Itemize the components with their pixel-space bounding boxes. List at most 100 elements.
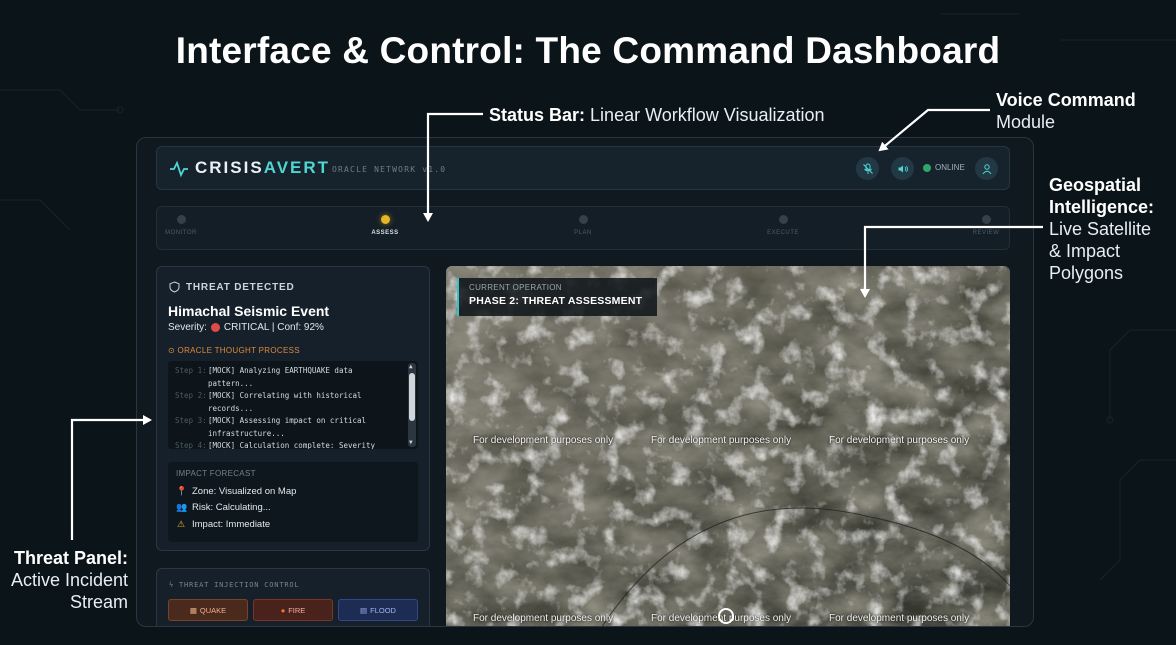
scroll-up-icon[interactable]: ▲ — [409, 364, 413, 370]
critical-dot-icon — [210, 323, 220, 332]
user-profile-button[interactable] — [975, 157, 998, 180]
log-message: [MOCK] Calculation complete: Severity — [208, 441, 376, 449]
mic-off-icon — [862, 163, 873, 174]
callout-geo-line3: Live Satellite — [1049, 219, 1152, 239]
log-entry: Step 1: [MOCK] Analyzing EARTHQUAKE data… — [168, 365, 418, 390]
warning-icon: ⚠ — [176, 518, 186, 529]
log-line: [MOCK] Analyzing EARTHQUAKE data — [208, 366, 353, 375]
injection-heading-text: THREAT INJECTION CONTROL — [179, 581, 300, 589]
info-circle-icon: ⊙ — [168, 346, 176, 355]
workflow-step-assess[interactable]: ASSESS — [345, 215, 425, 236]
shield-icon — [169, 281, 180, 293]
scroll-down-icon[interactable]: ▼ — [409, 440, 413, 446]
current-operation-box: CURRENT OPERATION PHASE 2: THREAT ASSESS… — [457, 278, 657, 316]
step-dot — [981, 215, 991, 224]
threat-injection-panel: ϟ THREAT INJECTION CONTROL ▦ QUAKE ● FIR… — [156, 568, 430, 626]
callout-status-bar: Status Bar: Linear Workflow Visualizatio… — [489, 104, 825, 126]
current-operation-label: CURRENT OPERATION — [469, 283, 562, 292]
threat-severity: Severity: CRITICAL | Conf: 92% — [168, 322, 324, 333]
oracle-thought-label: ⊙ ORACLE THOUGHT PROCESS — [168, 346, 300, 355]
callout-threat-line2: Active Incident — [10, 570, 128, 590]
brand-logo: CRISISAVERT — [195, 158, 330, 178]
log-scrollbar[interactable]: ▲ ▼ — [408, 363, 416, 447]
workflow-step-execute[interactable]: EXECUTE — [743, 215, 823, 236]
step-dot-active — [380, 215, 390, 224]
log-step: Step 1: — [175, 366, 207, 375]
map-watermark: For development purposes only — [829, 435, 970, 446]
log-entry: Step 4: [MOCK] Calculation complete: Sev… — [168, 440, 418, 449]
callout-geo-bold1: Geospatial — [1049, 175, 1142, 195]
inject-flood-button[interactable]: ▤ FLOOD — [338, 599, 418, 621]
impact-text: Zone: Visualized on Map — [192, 485, 297, 497]
callout-status-bar-bold: Status Bar: — [489, 105, 586, 125]
map-watermark: For development purposes only — [473, 435, 614, 446]
callout-geo: Geospatial Intelligence: Live Satellite … — [1049, 174, 1154, 284]
step-label: PLAN — [574, 230, 592, 236]
user-icon — [982, 163, 991, 174]
speaker-icon — [898, 165, 908, 172]
status-online: ONLINE — [923, 163, 965, 172]
impact-heading: IMPACT FORECAST — [176, 469, 256, 478]
impact-row-risk: 👥 Risk: Calculating... — [176, 500, 410, 517]
step-label: MONITOR — [165, 230, 197, 236]
thought-log[interactable]: Step 1: [MOCK] Analyzing EARTHQUAKE data… — [168, 361, 418, 449]
workflow-step-plan[interactable]: PLAN — [543, 215, 623, 236]
pin-icon: 📍 — [176, 485, 188, 496]
button-label: FLOOD — [370, 605, 396, 615]
log-message: [MOCK] Correlating with historical record… — [208, 390, 403, 415]
callout-voice: Voice Command Module — [996, 89, 1136, 133]
satellite-terrain — [446, 266, 1010, 626]
online-label: ONLINE — [935, 163, 965, 172]
impact-text: Impact: Immediate — [192, 518, 271, 530]
step-label: EXECUTE — [767, 230, 799, 236]
log-step: Step 4: — [175, 441, 207, 449]
quake-icon: ▦ — [189, 605, 197, 615]
impact-text: Risk: Calculating... — [192, 502, 271, 514]
callout-geo-line5: Polygons — [1049, 263, 1124, 283]
step-dot — [176, 215, 186, 224]
step-dot — [578, 215, 588, 224]
callout-geo-line4: & Impact — [1049, 241, 1121, 261]
threat-heading: THREAT DETECTED — [169, 281, 294, 293]
map-cursor — [718, 608, 734, 624]
severity-value: CRITICAL | Conf: 92% — [223, 322, 324, 333]
callout-voice-bold: Voice Command — [996, 90, 1136, 110]
injection-heading: ϟ THREAT INJECTION CONTROL — [169, 581, 299, 589]
step-label: REVIEW — [972, 230, 1000, 236]
scroll-thumb[interactable] — [409, 373, 415, 421]
map-watermark: For development purposes only — [651, 435, 792, 446]
slide-title: Interface & Control: The Command Dashboa… — [175, 30, 1001, 71]
log-entry: Step 2: [MOCK] Correlating with historic… — [168, 390, 418, 415]
impact-forecast: IMPACT FORECAST 📍 Zone: Visualized on Ma… — [168, 462, 418, 542]
button-label: FIRE — [288, 605, 306, 615]
inject-quake-button[interactable]: ▦ QUAKE — [168, 599, 248, 621]
threat-heading-text: THREAT DETECTED — [186, 281, 295, 293]
voice-output-button[interactable] — [891, 157, 914, 180]
status-bar-workflow: MONITOR ASSESS PLAN EXECUTE REVIEW — [156, 206, 1010, 250]
flood-icon: ▤ — [360, 605, 368, 615]
mic-toggle-button[interactable] — [856, 157, 879, 180]
button-label: QUAKE — [199, 605, 227, 615]
oracle-label-text: ORACLE THOUGHT PROCESS — [177, 346, 300, 355]
log-step: Step 2: — [175, 391, 207, 400]
log-message: [MOCK] Assessing impact on critical infra… — [208, 415, 403, 440]
satellite-map[interactable]: CURRENT OPERATION PHASE 2: THREAT ASSESS… — [446, 266, 1010, 626]
header-bar: CRISISAVERT ORACLE NETWORK v1.0 ONLINE — [156, 146, 1010, 190]
dashboard-frame: CRISISAVERT ORACLE NETWORK v1.0 ONLINE M… — [136, 137, 1034, 627]
callout-threat: Threat Panel: Active Incident Stream — [0, 547, 128, 613]
impact-row-impact: ⚠ Impact: Immediate — [176, 516, 410, 533]
threat-panel: THREAT DETECTED Himachal Seismic Event S… — [156, 266, 430, 551]
online-dot — [923, 163, 931, 172]
workflow-step-review[interactable]: REVIEW — [946, 215, 1026, 236]
brand-part-a: CRISIS — [195, 158, 264, 177]
log-message: [MOCK] Analyzing EARTHQUAKE data pattern.… — [208, 365, 403, 390]
log-line: [MOCK] Assessing impact on critical — [208, 416, 367, 425]
log-line: infrastructure... — [208, 428, 285, 438]
inject-fire-button[interactable]: ● FIRE — [253, 599, 333, 621]
map-watermark: For development purposes only — [473, 613, 614, 624]
workflow-step-monitor[interactable]: MONITOR — [141, 215, 221, 236]
log-line: pattern... — [208, 378, 254, 388]
map-watermark: For development purposes only — [829, 613, 970, 624]
callout-voice-text: Module — [996, 112, 1056, 132]
activity-icon — [170, 160, 188, 178]
